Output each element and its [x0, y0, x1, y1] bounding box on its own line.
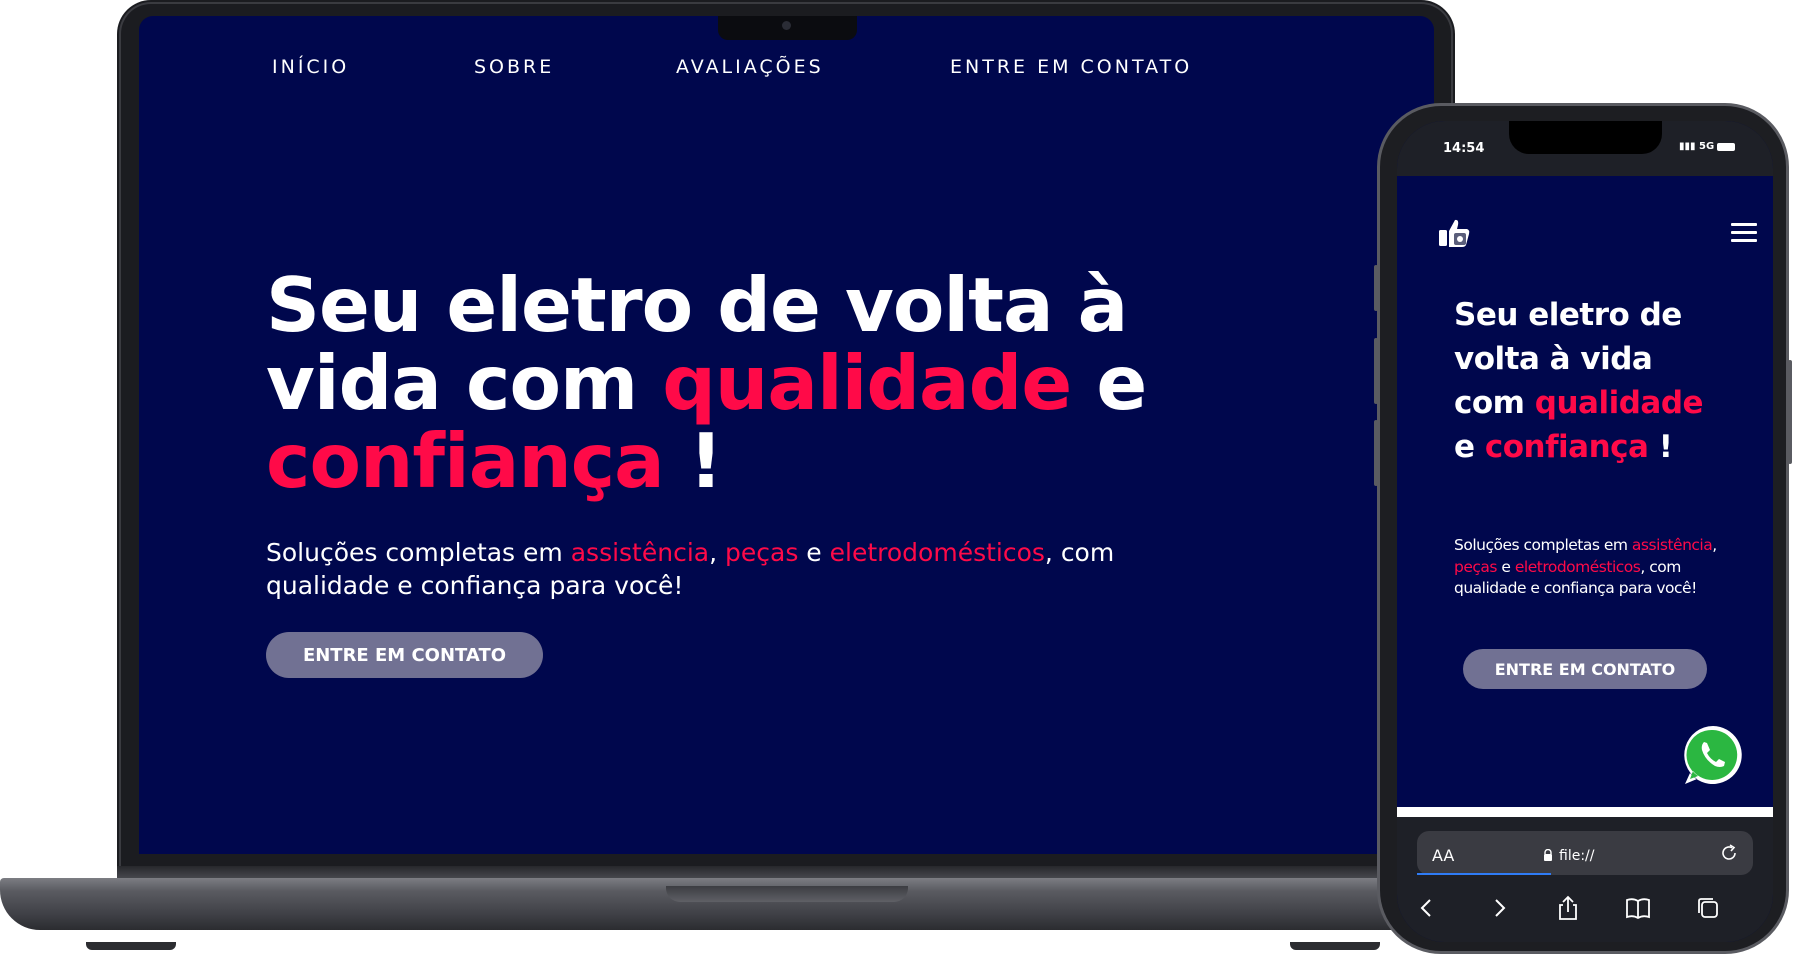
dynamic-island: [1509, 121, 1662, 154]
laptop-foot: [86, 942, 176, 950]
page-load-progress: [1417, 873, 1551, 875]
hero-title: Seu eletro de volta à vida com qualidade…: [266, 261, 1147, 505]
status-network: ▮▮▮ 5G: [1679, 141, 1715, 152]
camera-icon: [782, 21, 791, 30]
status-time: 14:54: [1443, 141, 1485, 156]
hamburger-menu-icon[interactable]: [1731, 223, 1757, 243]
url-text: file://: [1559, 848, 1595, 864]
whatsapp-icon[interactable]: [1682, 724, 1744, 786]
reader-settings-button[interactable]: AA: [1432, 846, 1454, 865]
share-icon[interactable]: [1555, 895, 1581, 921]
page-footer-strip: [1397, 807, 1773, 817]
laptop-foot: [1290, 942, 1380, 950]
mobile-hero-title: Seu eletro de volta à vida com qualidade…: [1454, 297, 1704, 465]
mobile-page: 14:54 ▮▮▮ 5G Seu eletro de volta à vida …: [1397, 121, 1773, 942]
reload-icon[interactable]: [1719, 843, 1739, 863]
contact-button[interactable]: ENTRE EM CONTATO: [266, 632, 543, 678]
nav-sobre[interactable]: SOBRE: [474, 56, 554, 78]
mobile-contact-button[interactable]: ENTRE EM CONTATO: [1463, 649, 1707, 689]
back-icon[interactable]: [1414, 895, 1440, 921]
battery-icon: [1717, 143, 1735, 151]
laptop-base-lip: [666, 886, 908, 902]
bookmarks-icon[interactable]: [1625, 895, 1651, 921]
nav-contato[interactable]: ENTRE EM CONTATO: [950, 56, 1192, 78]
nav-inicio[interactable]: INÍCIO: [272, 56, 349, 78]
signal-icon: ▮▮▮: [1679, 141, 1699, 152]
tabs-icon[interactable]: [1695, 895, 1721, 921]
hero-subtitle: Soluções completas em assistência, peças…: [266, 538, 1115, 600]
nav-avaliacoes[interactable]: AVALIAÇÕES: [676, 56, 824, 78]
mobile-hero-subtitle: Soluções completas em assistência, peças…: [1454, 536, 1717, 597]
lock-icon: [1544, 849, 1552, 861]
thumbs-up-logo-icon[interactable]: [1437, 216, 1471, 250]
forward-icon[interactable]: [1486, 895, 1512, 921]
